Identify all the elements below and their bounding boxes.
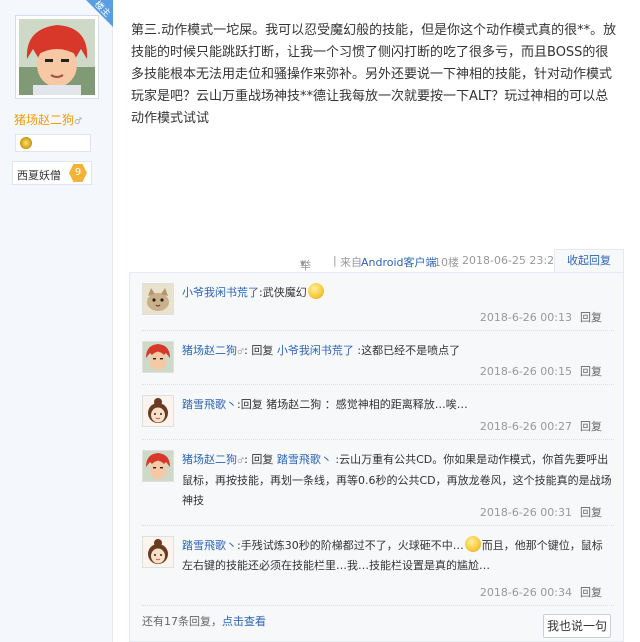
reply-text: ：感觉神相的距离释放…唉… — [321, 398, 468, 411]
list-item: 猪场赵二狗♂: 回复 小爷我闲书荒了 :这都已经不是喷点了 2018-6-26 … — [142, 331, 614, 385]
source-prefix: 来自 — [340, 256, 362, 269]
reply-footer: 2018-6-26 00:27 回复 — [480, 418, 602, 434]
reply-text: :这都已经不是喷点了 — [353, 344, 461, 357]
author-name[interactable]: 猪场赵二狗♂ — [14, 111, 104, 128]
list-item: 踏雪飛歌丶:回复 猪场赵二狗 ：感觉神相的距离释放…唉… 2018-6-26 0… — [142, 385, 614, 440]
reply-footer: 2018-6-26 00:31 回复 — [480, 504, 602, 520]
source-client-link[interactable]: Android客户端 — [361, 254, 437, 270]
chevron-down-icon: ▾ — [300, 257, 306, 270]
reply-footer: 2018-6-26 00:13 回复 — [480, 309, 602, 325]
reply-time: 2018-6-26 00:27 — [479, 420, 572, 433]
avatar[interactable] — [142, 536, 174, 568]
reply-time: 2018-6-26 00:34 — [479, 586, 572, 599]
reply-text: 武侠魔幻 — [262, 286, 307, 299]
cat-avatar-image — [143, 284, 173, 314]
list-item: 小爷我闲书荒了:武侠魔幻 2018-6-26 00:13 回复 — [142, 273, 614, 331]
reply-time: 2018-6-26 00:31 — [479, 506, 572, 519]
more-replies: 还有17条回复，点击查看 — [142, 613, 266, 629]
reply-target[interactable]: 猪场赵二狗 — [266, 398, 321, 411]
more-replies-count: 还有17条回复， — [142, 615, 222, 628]
medal-icon[interactable] — [20, 137, 32, 149]
emoji-icon — [464, 536, 481, 552]
level-name: 西夏妖僧 — [17, 169, 61, 182]
medal-slot — [15, 134, 91, 152]
reply-time: 2018-6-26 00:13 — [479, 311, 572, 324]
reply-footer: 2018-6-26 00:34 回复 — [480, 584, 602, 600]
avatar[interactable] — [142, 283, 174, 315]
girl-avatar-image — [143, 537, 173, 567]
floor-number: 10楼 — [434, 256, 459, 269]
level-badge[interactable]: 西夏妖僧 9 — [12, 161, 92, 185]
reply-list: 小爷我闲书荒了:武侠魔幻 2018-6-26 00:13 回复 猪场赵二狗♂: 回… — [129, 272, 624, 642]
avatar[interactable] — [142, 450, 174, 482]
reply-time: 2018-6-26 00:15 — [479, 365, 572, 378]
list-item: 猪场赵二狗♂: 回复 踏雪飛歌丶 :云山万重有公共CD。你如果是动作模式，你首先… — [142, 440, 614, 526]
reply-button[interactable]: 回复 — [580, 311, 602, 324]
redhair-avatar-image — [143, 451, 173, 481]
reply-target[interactable]: 小爷我闲书荒了 — [277, 344, 354, 357]
reply-username[interactable]: 猪场赵二狗 — [182, 344, 237, 357]
post-content: 第三.动作模式一坨屎。我可以忍受魔幻般的技能，但是你这个动作模式真的很**。放技… — [131, 23, 617, 126]
avatar[interactable] — [142, 341, 174, 373]
meta-separator: | — [333, 254, 337, 267]
gender-icon: ♂ — [74, 117, 83, 127]
reply-body: 小爷我闲书荒了:武侠魔幻 — [182, 283, 612, 303]
reply-footer: 2018-6-26 00:15 回复 — [480, 363, 602, 379]
author-avatar[interactable] — [15, 15, 99, 99]
reply-body: 猪场赵二狗♂: 回复 踏雪飛歌丶 :云山万重有公共CD。你如果是动作模式，你首先… — [182, 453, 612, 507]
reply-username[interactable]: 小爷我闲书荒了 — [182, 286, 259, 299]
avatar-image — [19, 19, 95, 95]
reply-body: 猪场赵二狗♂: 回复 小爷我闲书荒了 :这都已经不是喷点了 — [182, 344, 461, 357]
reply-target[interactable]: 踏雪飛歌丶 — [277, 453, 332, 466]
reply-button[interactable]: 回复 — [580, 420, 602, 433]
reply-username[interactable]: 踏雪飛歌丶 — [182, 539, 237, 552]
reply-text: 手残试炼30秒的阶梯都过不了，火球砸不中… — [240, 539, 464, 552]
emoji-icon — [307, 283, 324, 299]
reply-username[interactable]: 踏雪飛歌丶 — [182, 398, 237, 411]
collapse-replies-button[interactable]: 收起回复 — [554, 249, 624, 273]
author-name-text[interactable]: 猪场赵二狗 — [14, 113, 74, 127]
author-panel: 楼主 猪场赵二狗♂ 西夏妖僧 9 — [0, 0, 113, 642]
avatar[interactable] — [142, 395, 174, 427]
post-time: 2018-06-25 23:26 — [462, 254, 562, 267]
reply-button[interactable]: 回复 — [580, 586, 602, 599]
view-more-link[interactable]: 点击查看 — [222, 615, 266, 628]
reply-username[interactable]: 猪场赵二狗 — [182, 453, 237, 466]
reply-button[interactable]: 回复 — [580, 506, 602, 519]
reply-body: 踏雪飛歌丶:手残试炼30秒的阶梯都过不了，火球砸不中… 而且，他那个键位，鼠标左右… — [182, 536, 612, 576]
list-item: 踏雪飛歌丶:手残试炼30秒的阶梯都过不了，火球砸不中… 而且，他那个键位，鼠标左右… — [142, 526, 614, 606]
reply-body: 踏雪飛歌丶:回复 猪场赵二狗 ：感觉神相的距离释放…唉… — [182, 398, 468, 411]
redhair-avatar-image — [143, 342, 173, 372]
level-number: 9 — [69, 164, 87, 182]
add-comment-button[interactable]: 我也说一句 — [543, 614, 611, 638]
reply-button[interactable]: 回复 — [580, 365, 602, 378]
girl-avatar-image — [143, 396, 173, 426]
